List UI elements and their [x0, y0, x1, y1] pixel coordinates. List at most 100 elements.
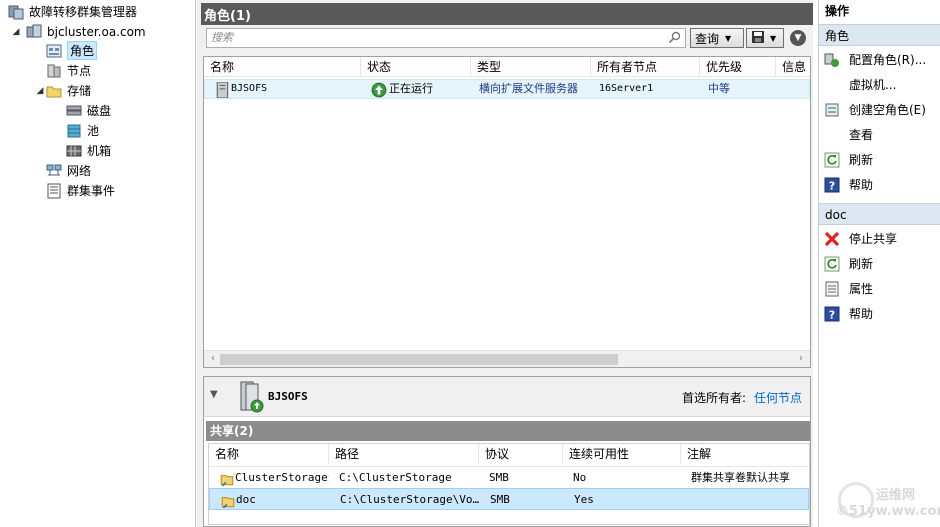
save-query-button[interactable]: ▼ [746, 28, 784, 48]
share-ca: No [573, 471, 587, 484]
share-col-ca[interactable]: 连续可用性 [563, 444, 681, 464]
virtual-machines-action[interactable]: 虚拟机... [819, 72, 940, 97]
query-button-label: 查询 [695, 31, 720, 46]
svg-text:?: ? [829, 179, 835, 192]
col-info[interactable]: 信息 [776, 57, 812, 77]
row-status: 正在运行 [389, 82, 433, 95]
expand-toolbar-icon[interactable]: ▼ [790, 30, 806, 46]
configure-role-label: 配置角色(R)... [849, 53, 927, 67]
actions-header: 操作 [825, 4, 850, 18]
col-name[interactable]: 名称 [204, 57, 361, 77]
share-col-protocol[interactable]: 协议 [479, 444, 563, 464]
share-col-name[interactable]: 名称 [209, 444, 329, 464]
actions-section-roles[interactable]: 角色 [819, 24, 940, 46]
tree-cluster-label: bjcluster.oa.com [47, 24, 146, 39]
roles-icon [46, 43, 62, 59]
share-name-cell: ClusterStorage$ [213, 467, 329, 489]
row-owner: 16Server1 [599, 83, 654, 94]
row-type: 横向扩展文件服务器 [479, 82, 578, 95]
col-priority[interactable]: 优先级 [700, 57, 776, 77]
pool-icon [66, 123, 82, 139]
tree-item-disks-label: 磁盘 [87, 104, 112, 118]
shared-folder-icon [220, 493, 235, 509]
tree-item-enclosures[interactable]: 机箱 [66, 141, 111, 160]
horizontal-scrollbar[interactable]: ‹ › [204, 350, 810, 367]
expand-chevron-icon[interactable]: ◢ [10, 27, 22, 37]
query-button[interactable]: 查询 ▼ [690, 28, 744, 48]
shares-table: 名称 路径 协议 连续可用性 注解 ClusterStorage$ C:\Clu… [208, 443, 810, 525]
tree-item-events[interactable]: 群集事件 [46, 181, 115, 200]
tree-item-events-label: 群集事件 [67, 184, 116, 198]
tree-item-networks[interactable]: 网络 [46, 161, 91, 180]
preferred-owner-link[interactable]: 任何节点 [754, 391, 802, 405]
table-row[interactable]: BJSOFS 正在运行 横向扩展文件服务器 16Server1 中等 [204, 79, 810, 99]
tree-item-storage[interactable]: ◢ 存储 [34, 81, 91, 100]
file-server-large-icon [238, 381, 264, 413]
detail-header: ▼ BJSOFS 首选所有者: 任何节点 [204, 377, 810, 417]
enclosure-icon [66, 143, 82, 159]
table-row[interactable]: doc C:\ClusterStorage\Vo… SMB Yes [209, 488, 809, 510]
cluster-icon [26, 24, 42, 40]
empty-role-icon [824, 102, 840, 118]
collapse-chevron-icon[interactable]: ▼ [210, 389, 218, 400]
col-owner[interactable]: 所有者节点 [591, 57, 700, 77]
svg-text:?: ? [829, 308, 835, 321]
preferred-owner: 首选所有者: 任何节点 [682, 389, 802, 406]
detail-pane: ▼ BJSOFS 首选所有者: 任何节点 共享(2) 名称 路径 协议 连续可用性… [203, 376, 811, 527]
create-empty-role-action[interactable]: 创建空角色(E) [819, 97, 940, 122]
tree-item-disks[interactable]: 磁盘 [66, 101, 111, 120]
share-col-path[interactable]: 路径 [329, 444, 479, 464]
save-icon [751, 30, 765, 47]
share-ca: Yes [574, 493, 594, 506]
col-status[interactable]: 状态 [361, 57, 471, 77]
scroll-right-icon[interactable]: › [794, 353, 808, 364]
tree-cluster[interactable]: ◢ bjcluster.oa.com [10, 22, 146, 41]
file-server-icon [215, 82, 229, 98]
properties-action[interactable]: 属性 [819, 276, 940, 301]
refresh-doc-action[interactable]: 刷新 [819, 251, 940, 276]
row-status-cell: 正在运行 [365, 80, 470, 98]
grid-header: 名称 状态 类型 所有者节点 优先级 信息 [204, 57, 810, 77]
col-type[interactable]: 类型 [471, 57, 591, 77]
search-icon[interactable] [668, 31, 681, 50]
tree-root-label: 故障转移群集管理器 [29, 5, 138, 19]
share-protocol: SMB [489, 471, 509, 484]
view-action[interactable]: 查看 [819, 122, 940, 147]
share-name: doc [236, 493, 256, 506]
tree-item-roles[interactable]: 角色 [46, 41, 98, 60]
roles-grid: 名称 状态 类型 所有者节点 优先级 信息 BJSOFS 正在运行 横向扩展文件… [203, 56, 811, 368]
view-label: 查看 [849, 128, 874, 142]
share-col-note[interactable]: 注解 [681, 444, 809, 464]
search-input[interactable]: 搜索 [206, 28, 686, 48]
actions-section-doc[interactable]: doc [819, 203, 940, 225]
help-doc-label: 帮助 [849, 307, 874, 321]
running-status-icon [371, 82, 387, 98]
refresh-icon [824, 256, 840, 272]
actions-pane: 操作 角色 配置角色(R)... 虚拟机... 创建空角色(E) 查看 刷新 ?… [818, 0, 940, 527]
scroll-left-icon[interactable]: ‹ [206, 353, 220, 364]
stop-sharing-action[interactable]: 停止共享 [819, 226, 940, 251]
row-priority: 中等 [708, 82, 730, 95]
configure-role-action[interactable]: 配置角色(R)... [819, 47, 940, 72]
tree-item-pools-label: 池 [87, 124, 100, 138]
expand-chevron-icon[interactable]: ◢ [34, 86, 46, 96]
tree-item-pools[interactable]: 池 [66, 121, 99, 140]
event-log-icon [46, 183, 62, 199]
scrollbar-thumb[interactable] [220, 354, 618, 365]
row-name-cell: BJSOFS [209, 80, 359, 98]
tree-root[interactable]: 故障转移群集管理器 [8, 2, 137, 21]
shared-folder-icon [219, 471, 234, 487]
help-doc-action[interactable]: ? 帮助 [819, 301, 940, 326]
tree-item-nodes[interactable]: 节点 [46, 61, 91, 80]
table-row[interactable]: ClusterStorage$ C:\ClusterStorage SMB No… [209, 466, 809, 488]
center-pane: 角色(1) 搜索 查询 ▼ ▼ ▼ 名称 状态 类型 所有者节点 优先级 信息 … [201, 0, 813, 527]
help-action[interactable]: ? 帮助 [819, 172, 940, 197]
watermark: 运维网 ©51yw.ww.com [830, 478, 940, 524]
tree-item-nodes-label: 节点 [67, 64, 92, 78]
refresh-action[interactable]: 刷新 [819, 147, 940, 172]
tree-item-storage-label: 存储 [67, 84, 92, 98]
tree-item-enclosures-label: 机箱 [87, 144, 112, 158]
properties-icon [824, 281, 840, 297]
share-note: 群集共享卷默认共享 [691, 471, 790, 484]
create-empty-role-label: 创建空角色(E) [849, 103, 926, 117]
